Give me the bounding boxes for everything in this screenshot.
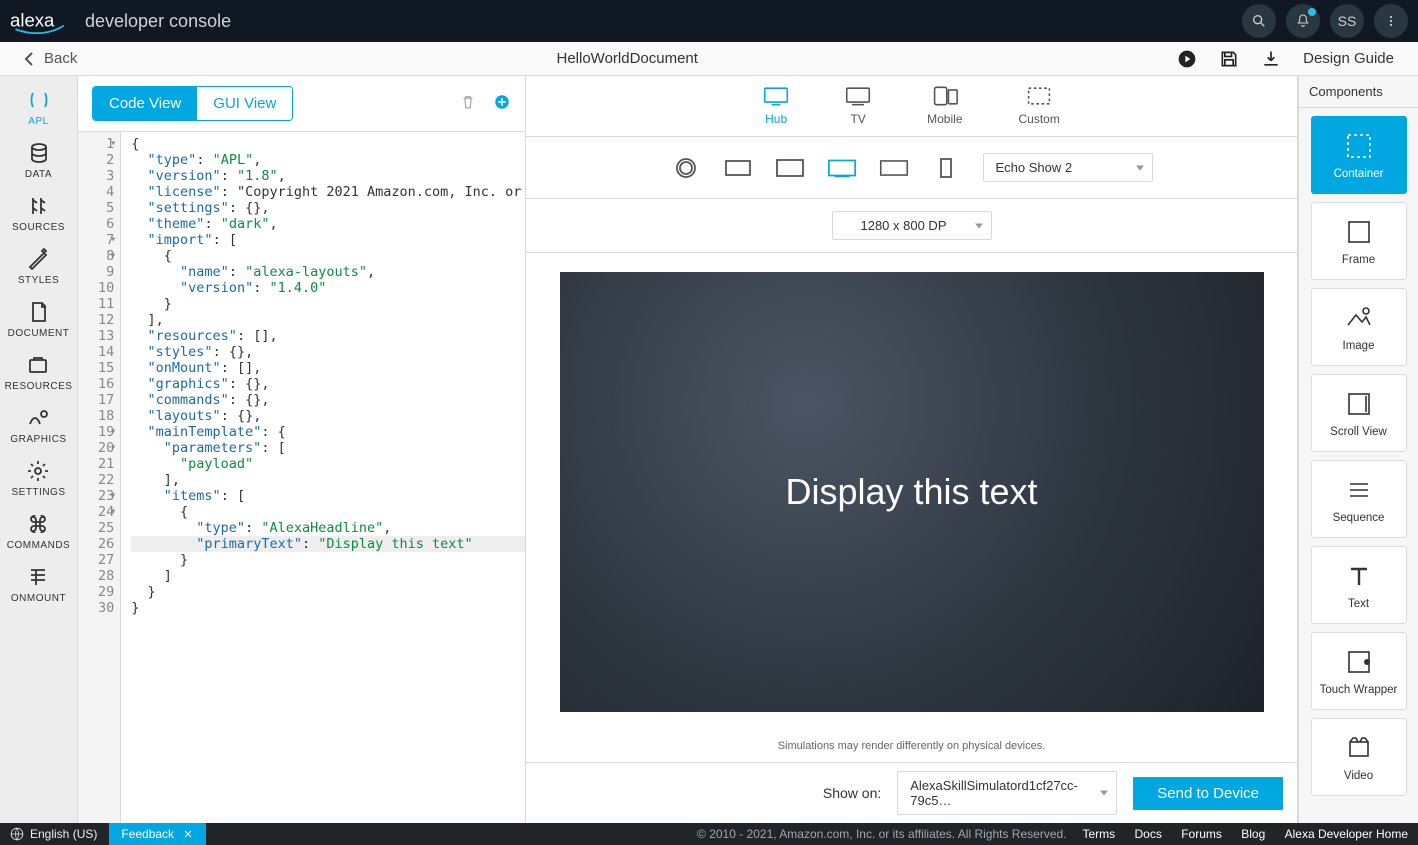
device-category-tabs: Hub TV Mobile Custom [526, 76, 1297, 137]
language-selector[interactable]: English (US) [10, 827, 97, 841]
component-video[interactable]: Video [1311, 718, 1407, 796]
footer-bar: English (US) Feedback © 2010 - 2021, Ama… [0, 823, 1418, 845]
feedback-button[interactable]: Feedback [109, 823, 206, 845]
more-menu-icon[interactable] [1374, 4, 1408, 38]
gui-view-tab[interactable]: GUI View [197, 87, 292, 120]
tab-hub[interactable]: Hub [763, 86, 789, 126]
view-switch: Code View GUI View [92, 86, 293, 121]
preview-text: Display this text [785, 471, 1037, 513]
delete-icon[interactable] [459, 93, 477, 114]
tab-mobile[interactable]: Mobile [927, 86, 962, 126]
shape-wide-rect-icon[interactable] [827, 158, 857, 178]
shape-round-icon[interactable] [671, 158, 701, 178]
title-bar: Back HelloWorldDocument Design Guide [0, 42, 1418, 76]
download-icon[interactable] [1261, 49, 1281, 69]
footer-link-docs[interactable]: Docs [1135, 827, 1162, 841]
design-guide-link[interactable]: Design Guide [1303, 50, 1394, 67]
left-sidebar: APL DATA SOURCES STYLES DOCUMENT RESOURC… [0, 76, 78, 823]
footer-link-blog[interactable]: Blog [1241, 827, 1265, 841]
svg-text:alexa: alexa [10, 10, 55, 31]
footer-link-home[interactable]: Alexa Developer Home [1285, 827, 1408, 841]
notification-dot-icon [1308, 8, 1316, 16]
copyright: © 2010 - 2021, Amazon.com, Inc. or its a… [697, 827, 1066, 841]
shape-small-rect-icon[interactable] [723, 158, 753, 178]
footer-links: Terms Docs Forums Blog Alexa Developer H… [1067, 827, 1409, 841]
viewport-select[interactable]: 1280 x 800 DP [832, 211, 992, 240]
footer-link-terms[interactable]: Terms [1083, 827, 1116, 841]
component-image[interactable]: Image [1311, 288, 1407, 366]
show-on-label: Show on: [823, 785, 881, 801]
nav-commands[interactable]: COMMANDS [7, 512, 70, 551]
target-device-select[interactable]: AlexaSkillSimulatord1cf27cc-79c5… [897, 771, 1117, 815]
component-scrollview[interactable]: Scroll View [1311, 374, 1407, 452]
add-icon[interactable] [493, 93, 511, 114]
component-touchwrapper[interactable]: Touch Wrapper [1311, 632, 1407, 710]
nav-settings[interactable]: SETTINGS [11, 459, 65, 498]
nav-onmount[interactable]: ONMOUNT [11, 565, 66, 604]
tab-custom[interactable]: Custom [1019, 86, 1060, 126]
back-button[interactable]: Back [24, 50, 77, 67]
play-icon[interactable] [1177, 49, 1197, 69]
nav-document[interactable]: DOCUMENT [8, 300, 70, 339]
components-panel: Components Container Frame Image Scroll … [1298, 76, 1418, 823]
page-title: HelloWorldDocument [77, 50, 1177, 67]
nav-apl[interactable]: APL [27, 88, 51, 127]
nav-sources[interactable]: SOURCES [12, 194, 65, 233]
shape-tall-rect-icon[interactable] [931, 158, 961, 178]
simulation-note: Simulations may render differently on ph… [526, 730, 1297, 762]
notifications-icon[interactable] [1286, 4, 1320, 38]
nav-styles[interactable]: STYLES [18, 247, 59, 286]
device-preview: Display this text [560, 272, 1264, 712]
footer-link-forums[interactable]: Forums [1181, 827, 1222, 841]
nav-data[interactable]: DATA [25, 141, 52, 180]
nav-resources[interactable]: RESOURCES [5, 353, 73, 392]
brand-logo[interactable]: alexa developer console [10, 8, 231, 34]
component-container[interactable]: Container [1311, 116, 1407, 194]
shape-xl-rect-icon[interactable] [879, 158, 909, 178]
shape-med-rect-icon[interactable] [775, 158, 805, 178]
component-sequence[interactable]: Sequence [1311, 460, 1407, 538]
nav-graphics[interactable]: GRAPHICS [10, 406, 66, 445]
user-avatar[interactable]: SS [1330, 4, 1364, 38]
component-frame[interactable]: Frame [1311, 202, 1407, 280]
components-title: Components [1299, 76, 1418, 108]
device-model-select[interactable]: Echo Show 2 [983, 153, 1153, 182]
editor-panel: Code View GUI View 1▾234567▾8▾9101112131… [78, 76, 526, 823]
save-icon[interactable] [1219, 49, 1239, 69]
console-title: developer console [85, 11, 231, 32]
code-view-tab[interactable]: Code View [93, 87, 197, 120]
send-to-device-button[interactable]: Send to Device [1133, 777, 1283, 810]
code-editor[interactable]: 1▾234567▾8▾910111213141516171819▾20▾2122… [78, 132, 525, 823]
back-label: Back [44, 50, 77, 67]
component-text[interactable]: Text [1311, 546, 1407, 624]
alexa-header: alexa developer console SS [0, 0, 1418, 42]
tab-tv[interactable]: TV [845, 86, 871, 126]
preview-panel: Hub TV Mobile Custom Echo Show 2 1280 x … [526, 76, 1298, 823]
device-shape-row: Echo Show 2 [526, 137, 1297, 199]
search-icon[interactable] [1242, 4, 1276, 38]
line-gutter: 1▾234567▾8▾910111213141516171819▾20▾2122… [78, 132, 121, 823]
